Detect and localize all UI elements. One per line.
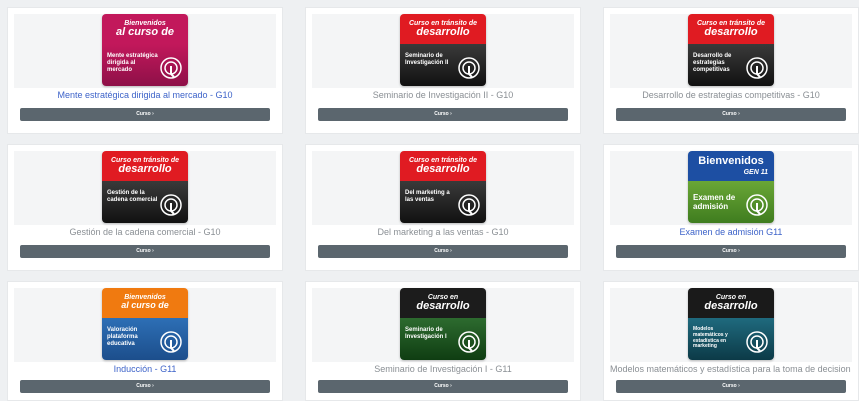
course-thumbnail[interactable]: Curso en tránsito de desarrollo Del marke… [400, 151, 486, 223]
tap-gesture-icon [746, 194, 768, 216]
course-thumbnail-area: Curso en tránsito de desarrollo Gestión d… [14, 151, 276, 225]
course-grid: Bienvenidos al curso de Mente estratégica… [7, 7, 859, 401]
thumbnail-subheading: al curso de [121, 300, 169, 310]
course-thumbnail-area: Curso en tránsito de desarrollo Del marke… [312, 151, 574, 225]
thumbnail-subheading: desarrollo [704, 300, 758, 312]
course-button[interactable]: Curso › [318, 245, 568, 258]
thumbnail-subheading: desarrollo [704, 26, 758, 38]
course-thumbnail[interactable]: Curso en desarrollo Modelos matemáticos y… [688, 288, 774, 360]
tap-gesture-icon [458, 194, 480, 216]
tap-gesture-icon [746, 331, 768, 353]
course-thumbnail-area: Curso en desarrollo Modelos matemáticos y… [610, 288, 852, 362]
course-thumbnail-area: Curso en tránsito de desarrollo Seminario… [312, 14, 574, 88]
tap-gesture-icon [458, 57, 480, 79]
course-card[interactable]: Curso en desarrollo Modelos matemáticos y… [603, 281, 859, 401]
course-thumbnail-area: Bienvenidos al curso de Mente estratégica… [14, 14, 276, 88]
course-card[interactable]: Curso en tránsito de desarrollo Seminario… [305, 7, 581, 134]
course-title-link[interactable]: Inducción - G11 [8, 364, 282, 374]
thumbnail-course-name: Modelos matemáticos y estadística en mar… [693, 326, 728, 350]
thumbnail-course-name: Seminario de Investigación I [405, 327, 447, 340]
thumbnail-subheading: desarrollo [416, 163, 470, 175]
course-card[interactable]: Bienvenidos al curso de Valoración plataf… [7, 281, 283, 401]
thumbnail-subheading: desarrollo [416, 26, 470, 38]
course-title[interactable]: Seminario de Investigación I - G11 [306, 364, 580, 374]
course-button[interactable]: Curso › [20, 380, 270, 393]
thumbnail-course-name: Valoración plataforma educativa [107, 327, 138, 347]
course-title-link[interactable]: Mente estratégica dirigida al mercado - … [8, 90, 282, 100]
course-thumbnail[interactable]: Bienvenidos al curso de Mente estratégica… [102, 14, 188, 86]
course-thumbnail[interactable]: Bienvenidos GEN 11 Examen de admisión [688, 151, 774, 223]
course-button[interactable]: Curso › [616, 108, 846, 121]
course-thumbnail-area: Curso en desarrollo Seminario de Investig… [312, 288, 574, 362]
thumbnail-course-name: Gestión de la cadena comercial [107, 190, 158, 203]
course-card[interactable]: Curso en tránsito de desarrollo Gestión d… [7, 144, 283, 271]
tap-gesture-icon [160, 194, 182, 216]
course-thumbnail[interactable]: Curso en tránsito de desarrollo Gestión d… [102, 151, 188, 223]
thumbnail-course-name: Mente estratégica dirigida al mercado [107, 53, 158, 73]
thumbnail-course-name: Desarrollo de estrategias competitivas [693, 53, 732, 73]
thumbnail-subheading: GEN 11 [743, 169, 768, 176]
thumbnail-heading: Bienvenidos [698, 155, 764, 167]
course-button[interactable]: Curso › [318, 108, 568, 121]
course-button[interactable]: Curso › [20, 108, 270, 121]
course-title[interactable]: Gestión de la cadena comercial - G10 [8, 227, 282, 237]
thumbnail-subheading: al curso de [115, 26, 175, 38]
course-button[interactable]: Curso › [318, 380, 568, 393]
tap-gesture-icon [160, 57, 182, 79]
course-button[interactable]: Curso › [20, 245, 270, 258]
course-thumbnail[interactable]: Curso en desarrollo Seminario de Investig… [400, 288, 486, 360]
course-thumbnail-area: Bienvenidos al curso de Valoración plataf… [14, 288, 276, 362]
course-title[interactable]: Del marketing a las ventas - G10 [306, 227, 580, 237]
course-card[interactable]: Curso en tránsito de desarrollo Del marke… [305, 144, 581, 271]
course-card[interactable]: Curso en tránsito de desarrollo Desarroll… [603, 7, 859, 134]
course-thumbnail[interactable]: Bienvenidos al curso de Valoración plataf… [102, 288, 188, 360]
course-title[interactable]: Modelos matemáticos y estadística para l… [604, 364, 858, 374]
course-button[interactable]: Curso › [616, 380, 846, 393]
thumbnail-subheading: desarrollo [416, 300, 470, 312]
course-thumbnail[interactable]: Curso en tránsito de desarrollo Seminario… [400, 14, 486, 86]
thumbnail-subheading: desarrollo [118, 163, 172, 175]
course-card[interactable]: Bienvenidos GEN 11 Examen de admisión Exa… [603, 144, 859, 271]
thumbnail-course-name: Seminario de Investigación II [405, 53, 449, 66]
course-title[interactable]: Desarrollo de estrategias competitivas -… [604, 90, 858, 100]
course-thumbnail-area: Bienvenidos GEN 11 Examen de admisión [610, 151, 852, 225]
thumbnail-course-name: Del marketing a las ventas [405, 190, 450, 203]
course-card[interactable]: Bienvenidos al curso de Mente estratégica… [7, 7, 283, 134]
thumbnail-course-name: Examen de admisión [693, 193, 736, 212]
course-card[interactable]: Curso en desarrollo Seminario de Investig… [305, 281, 581, 401]
course-title[interactable]: Seminario de Investigación II - G10 [306, 90, 580, 100]
tap-gesture-icon [746, 57, 768, 79]
course-thumbnail-area: Curso en tránsito de desarrollo Desarroll… [610, 14, 852, 88]
course-title-link[interactable]: Examen de admisión G11 [604, 227, 858, 237]
tap-gesture-icon [160, 331, 182, 353]
tap-gesture-icon [458, 331, 480, 353]
course-thumbnail[interactable]: Curso en tránsito de desarrollo Desarroll… [688, 14, 774, 86]
course-button[interactable]: Curso › [616, 245, 846, 258]
